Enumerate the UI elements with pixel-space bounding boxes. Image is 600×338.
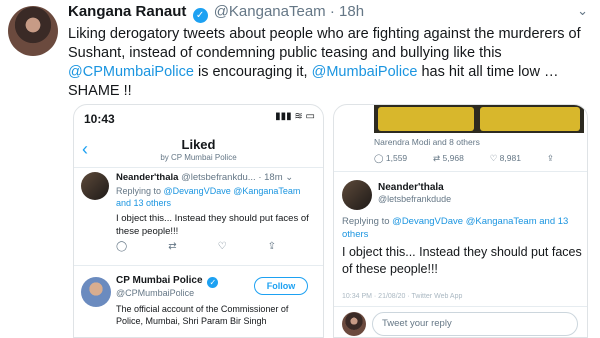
divider (334, 306, 587, 307)
replying-prefix: Replying to (116, 186, 164, 196)
status-time: 10:43 (84, 112, 115, 126)
reply-body: I object this... Instead they should put… (116, 213, 309, 237)
profile-bio: The official account of the Commissioner… (116, 304, 289, 326)
reply-author-name: Neander'thala (378, 182, 444, 193)
author-avatar[interactable] (8, 6, 58, 56)
chevron-down-icon: ⌄ (285, 172, 294, 183)
reply-tweet-header: Neander'thala @letsbefrankdu... · 18m ⌄ (116, 172, 293, 183)
liked-subtitle: by CP Mumbai Police (160, 153, 237, 162)
author-handle[interactable]: @KanganaTeam (214, 3, 326, 20)
reply-author-handle: @letsbefrankdu... (181, 172, 256, 183)
attached-image-liked[interactable]: 10:43 ▮▮▮ ≋ ▭ ‹ Liked by CP Mumbai Polic… (73, 104, 324, 338)
share-icon: ⇪ (546, 153, 554, 163)
reply-actions: ◯ ⇄ ♡ ⇪ (116, 241, 276, 252)
verified-badge-icon: ✓ (192, 8, 208, 23)
share-icon: ⇪ (267, 241, 276, 252)
reply-author-avatar (342, 180, 372, 210)
attached-image-reply[interactable]: Narendra Modi and 8 others ◯ 1,559 ⇄ 5,9… (333, 104, 588, 338)
retweet-count: ⇄ 5,968 (433, 153, 464, 163)
separator: · (329, 3, 335, 20)
like-count: ♡ 8,981 (489, 153, 521, 163)
chevron-down-icon[interactable]: ⌄ (577, 3, 588, 19)
verified-badge-icon: ✓ (207, 277, 219, 288)
like-icon: ♡ (217, 241, 227, 252)
reply-count: ◯ 1,559 (374, 153, 408, 163)
divider (334, 171, 587, 172)
replying-prefix: Replying to (342, 216, 393, 227)
media-thumbnail (378, 107, 474, 131)
media-thumbnails (374, 105, 584, 133)
reply-author-avatar (81, 172, 109, 200)
reply-author-handle: @letsbefrankdude (378, 194, 452, 204)
user-avatar (342, 312, 366, 336)
tweet-time[interactable]: 18h (339, 3, 364, 20)
profile-name-text: CP Mumbai Police (116, 275, 203, 286)
reply-timestamp: 10:34 PM · 21/08/20 · Twitter Web App (342, 293, 463, 300)
tweet-header: Kangana Ranaut ✓ @KanganaTeam · 18h (68, 3, 364, 23)
status-icons: ▮▮▮ ≋ ▭ (275, 111, 315, 122)
tweet-text-part: Liking derogatory tweets about people wh… (68, 26, 581, 61)
profile-handle: @CPMumbaiPolice (116, 288, 195, 298)
tweet-text: Liking derogatory tweets about people wh… (68, 25, 588, 101)
liked-title: Liked (181, 137, 216, 152)
reply-icon: ◯ (116, 241, 128, 252)
follow-button: Follow (254, 277, 308, 295)
divider (74, 167, 323, 168)
tweet-stats: ◯ 1,559 ⇄ 5,968 ♡ 8,981 ⇪ (374, 153, 554, 164)
profile-name: CP Mumbai Police ✓ (116, 275, 220, 288)
tweet-text-part: is encouraging it, (193, 64, 312, 80)
media-thumbnail (480, 107, 580, 131)
divider (74, 265, 323, 266)
author-name[interactable]: Kangana Ranaut (68, 3, 186, 20)
reply-input: Tweet your reply (372, 312, 578, 336)
mention-link[interactable]: @CPMumbaiPolice (68, 64, 194, 80)
mention-link[interactable]: @MumbaiPolice (312, 64, 418, 80)
reply-time: · 18m (258, 172, 283, 183)
reply-author-name: Neander'thala (116, 172, 179, 183)
liked-by: Narendra Modi and 8 others (374, 137, 480, 147)
replying-to: Replying to @DevangVDave @KanganaTeam an… (116, 185, 316, 209)
profile-avatar (81, 277, 111, 307)
replying-to: Replying to @DevangVDave @KanganaTeam an… (342, 215, 582, 241)
retweet-icon: ⇄ (168, 241, 177, 252)
reply-body: I object this... Instead they should put… (342, 245, 582, 276)
